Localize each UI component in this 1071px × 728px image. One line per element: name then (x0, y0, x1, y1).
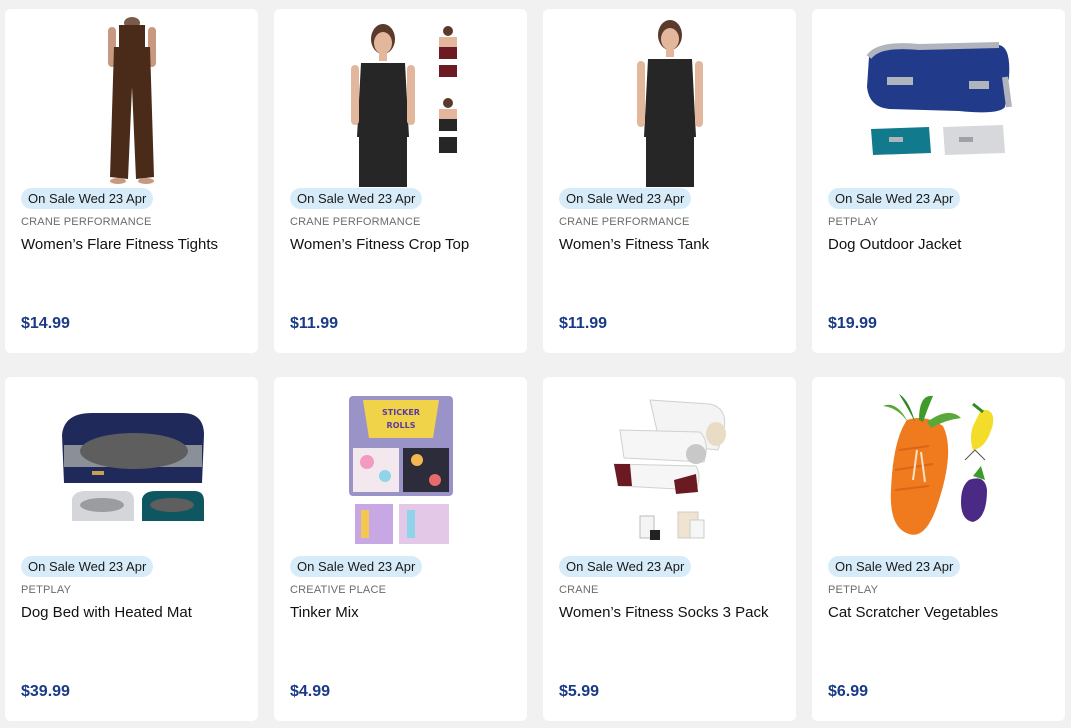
product-price: $11.99 (290, 315, 339, 332)
product-brand: PETPLAY (21, 584, 72, 596)
product-image (274, 17, 527, 187)
sale-badge: On Sale Wed 23 Apr (290, 188, 423, 209)
sticker-rolls-title: STICKER (382, 408, 420, 417)
product-name[interactable]: Cat Scratcher Vegetables (828, 603, 1053, 622)
product-image (5, 17, 258, 187)
product-brand: CRANE PERFORMANCE (21, 216, 152, 228)
product-image (812, 17, 1065, 187)
product-card[interactable]: On Sale Wed 23 Apr PETPLAY Dog Bed with … (5, 377, 258, 721)
product-card[interactable]: On Sale Wed 23 Apr PETPLAY Cat Scratcher… (812, 377, 1065, 721)
product-card[interactable]: On Sale Wed 23 Apr CRANE PERFORMANCE Wom… (274, 9, 527, 353)
product-brand: PETPLAY (828, 216, 879, 228)
product-name[interactable]: Dog Outdoor Jacket (828, 235, 1053, 254)
sale-badge: On Sale Wed 23 Apr (828, 556, 961, 577)
crop-top-image (350, 24, 457, 187)
product-price: $11.99 (559, 315, 608, 332)
product-card[interactable]: On Sale Wed 23 Apr CRANE Women’s Fitness… (543, 377, 796, 721)
product-brand: CREATIVE PLACE (290, 584, 387, 596)
product-brand: CRANE (559, 584, 599, 596)
sale-badge: On Sale Wed 23 Apr (828, 188, 961, 209)
dog-bed-image (61, 413, 204, 521)
cat-scratcher-image (882, 394, 993, 535)
sticker-rolls-image: STICKER ROLLS (348, 396, 453, 544)
sticker-rolls-subtitle: ROLLS (386, 421, 415, 430)
product-card[interactable]: On Sale Wed 23 Apr CRANE PERFORMANCE Wom… (5, 9, 258, 353)
product-name[interactable]: Women’s Fitness Socks 3 Pack (559, 603, 784, 622)
product-price: $5.99 (559, 683, 600, 700)
product-brand: CRANE PERFORMANCE (559, 216, 690, 228)
fitness-socks-image (612, 399, 726, 540)
fitness-tank-image (636, 20, 703, 187)
product-brand: PETPLAY (828, 584, 879, 596)
product-name[interactable]: Women’s Flare Fitness Tights (21, 235, 246, 254)
product-name[interactable]: Tinker Mix (290, 603, 515, 622)
product-image: STICKER ROLLS (274, 385, 527, 555)
product-image (543, 385, 796, 555)
product-grid: On Sale Wed 23 Apr CRANE PERFORMANCE Wom… (0, 0, 1071, 728)
product-card[interactable]: On Sale Wed 23 Apr PETPLAY Dog Outdoor J… (812, 9, 1065, 353)
product-image (5, 385, 258, 555)
product-name[interactable]: Women’s Fitness Crop Top (290, 235, 515, 254)
product-price: $39.99 (21, 683, 70, 700)
sale-badge: On Sale Wed 23 Apr (290, 556, 423, 577)
product-name[interactable]: Women’s Fitness Tank (559, 235, 784, 254)
product-price: $19.99 (828, 315, 877, 332)
sale-badge: On Sale Wed 23 Apr (21, 188, 154, 209)
product-brand: CRANE PERFORMANCE (290, 216, 421, 228)
flare-tights-image (107, 17, 156, 184)
product-image (812, 385, 1065, 555)
dog-jacket-image (866, 42, 1012, 155)
sale-badge: On Sale Wed 23 Apr (559, 188, 692, 209)
product-price: $14.99 (21, 315, 70, 332)
product-price: $6.99 (828, 683, 869, 700)
product-card[interactable]: STICKER ROLLS On Sale Wed 23 Apr CREATIV… (274, 377, 527, 721)
product-price: $4.99 (290, 683, 331, 700)
sale-badge: On Sale Wed 23 Apr (559, 556, 692, 577)
sale-badge: On Sale Wed 23 Apr (21, 556, 154, 577)
product-image (543, 17, 796, 187)
product-name[interactable]: Dog Bed with Heated Mat (21, 603, 246, 622)
product-card[interactable]: On Sale Wed 23 Apr CRANE PERFORMANCE Wom… (543, 9, 796, 353)
